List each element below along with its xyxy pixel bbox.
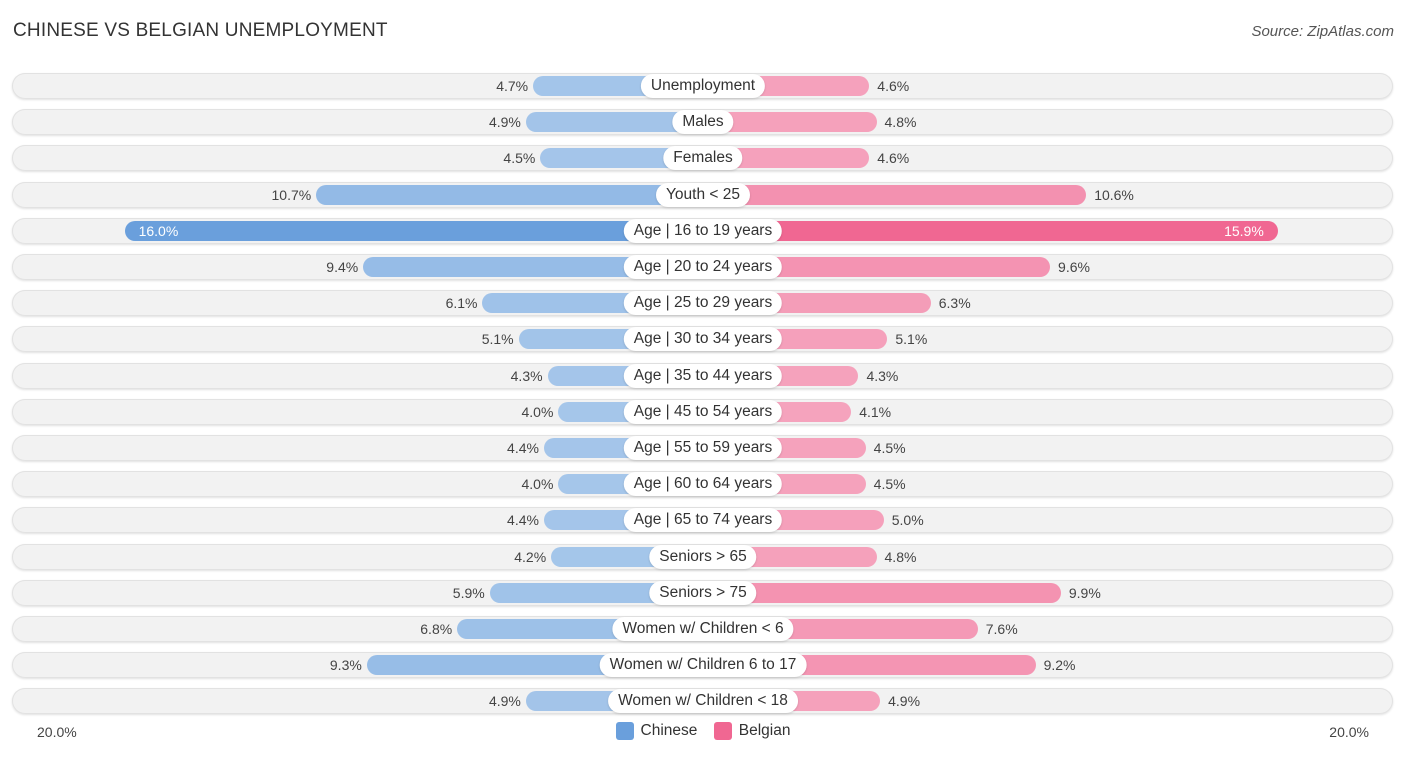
value-label-belgian: 4.6%: [877, 78, 910, 94]
category-label: Age | 25 to 29 years: [623, 291, 783, 316]
value-label-belgian: 7.6%: [985, 621, 1018, 637]
legend-item-chinese[interactable]: Chinese: [615, 722, 698, 740]
value-label-chinese: 5.9%: [452, 584, 485, 601]
category-label: Age | 30 to 34 years: [623, 327, 783, 352]
value-label-belgian: 9.2%: [1043, 657, 1076, 674]
bar-belgian[interactable]: [703, 220, 1278, 241]
value-label-belgian: 4.8%: [884, 114, 917, 131]
value-label-belgian: 4.8%: [884, 548, 917, 565]
value-label-chinese: 9.3%: [329, 657, 362, 674]
category-label: Age | 55 to 59 years: [623, 436, 783, 460]
value-label-chinese: 6.8%: [420, 621, 453, 637]
value-label-belgian: 4.9%: [888, 693, 921, 710]
value-label-belgian: 9.9%: [1068, 584, 1101, 601]
category-label: Seniors > 65: [649, 544, 757, 569]
category-label: Women w/ Children 6 to 17: [599, 653, 807, 678]
bar-belgian[interactable]: [703, 184, 1087, 205]
category-label: Age | 60 to 64 years: [623, 472, 783, 497]
bar-chinese[interactable]: [316, 184, 703, 205]
value-label-chinese: 4.0%: [521, 403, 554, 420]
value-label-chinese: 4.4%: [507, 440, 539, 456]
value-label-chinese: 4.9%: [488, 114, 521, 131]
category-label: Age | 16 to 19 years: [623, 218, 783, 243]
legend-item-belgian[interactable]: Belgian: [713, 722, 791, 740]
value-label-chinese: 4.2%: [514, 548, 547, 565]
legend-label-chinese: Chinese: [640, 722, 698, 739]
category-label: Women w/ Children < 18: [608, 689, 798, 714]
legend-swatch-belgian: [713, 722, 732, 740]
value-label-belgian: 15.9%: [1224, 222, 1264, 239]
value-label-chinese: 10.7%: [271, 186, 312, 203]
category-label: Youth < 25: [656, 182, 750, 207]
value-label-chinese: 4.9%: [488, 693, 521, 710]
value-label-chinese: 4.3%: [510, 367, 543, 384]
value-label-belgian: 10.6%: [1094, 186, 1134, 203]
category-label: Age | 65 to 74 years: [623, 508, 783, 533]
value-label-belgian: 4.1%: [859, 403, 892, 420]
legend-label-belgian: Belgian: [738, 722, 791, 739]
value-label-chinese: 4.5%: [503, 150, 536, 167]
category-label: Males: [672, 110, 734, 135]
value-label-belgian: 4.6%: [877, 150, 910, 167]
value-label-belgian: 5.0%: [891, 512, 924, 529]
legend-swatch-chinese: [615, 722, 634, 740]
category-label: Age | 35 to 44 years: [623, 363, 783, 388]
value-label-chinese: 6.1%: [445, 295, 478, 312]
category-label: Unemployment: [640, 74, 766, 98]
category-label: Seniors > 75: [649, 580, 757, 605]
chart-area: 4.7% 4.6% Unemployment 4.9% 4.8% Males 4.5% 4.6…: [0, 0, 1406, 757]
value-label-chinese: 4.7%: [496, 78, 529, 94]
category-label: Age | 45 to 54 years: [623, 399, 783, 424]
value-label-belgian: 5.1%: [895, 331, 928, 348]
bar-chinese[interactable]: [124, 220, 703, 241]
category-label: Age | 20 to 24 years: [623, 255, 783, 279]
value-label-chinese: 16.0%: [138, 222, 179, 239]
value-label-chinese: 4.4%: [507, 512, 539, 529]
value-label-chinese: 4.0%: [521, 476, 554, 493]
value-label-chinese: 5.1%: [481, 331, 514, 348]
category-label: Women w/ Children < 6: [612, 617, 794, 641]
bar-belgian[interactable]: [703, 582, 1061, 603]
value-label-belgian: 4.5%: [873, 476, 906, 493]
value-label-belgian: 4.3%: [866, 367, 899, 384]
category-label: Females: [663, 146, 743, 171]
value-label-belgian: 9.6%: [1058, 259, 1090, 275]
value-label-belgian: 4.5%: [873, 440, 906, 456]
value-label-chinese: 9.4%: [326, 259, 359, 275]
value-label-belgian: 6.3%: [938, 295, 971, 312]
legend: Chinese Belgian: [0, 722, 1406, 745]
